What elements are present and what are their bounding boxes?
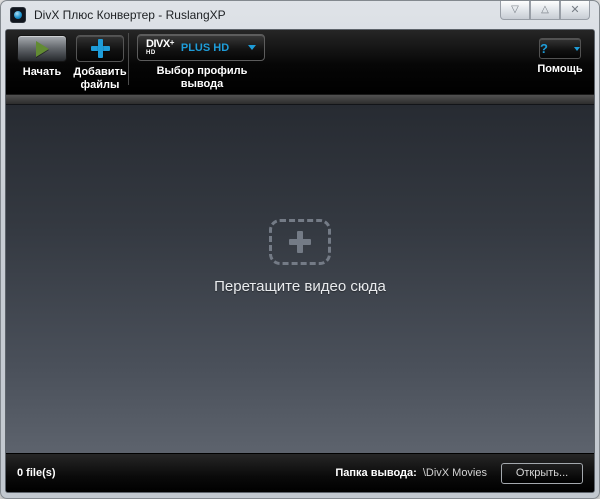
output-folder-label: Папка вывода: xyxy=(335,467,416,479)
close-icon: ✕ xyxy=(570,5,579,16)
question-mark-icon: ? xyxy=(540,42,548,55)
minimize-button[interactable]: ▽ xyxy=(500,1,530,20)
drop-hint-text: Перетащите видео сюда xyxy=(214,278,386,295)
start-button[interactable] xyxy=(17,35,67,62)
video-drop-area[interactable]: Перетащите видео сюда xyxy=(6,105,594,453)
files-count: 0 file(s) xyxy=(17,467,56,479)
output-folder-group: Папка вывода: \DivX Movies Открыть... xyxy=(335,463,583,484)
profile-tool: DIVX+ HD PLUS HD Выбор профиль вывода xyxy=(137,34,267,90)
plus-icon xyxy=(91,39,110,58)
divx-app-icon xyxy=(10,7,26,23)
toolbar-bottom-strip xyxy=(6,94,594,105)
open-folder-button[interactable]: Открыть... xyxy=(501,463,583,484)
content-frame: Начать Добавить файлы DIVX+ HD PLUS HD xyxy=(5,29,595,493)
titlebar: DivX Плюс Конвертер - RuslangXP ▽ △ ✕ xyxy=(1,1,599,29)
start-tool: Начать xyxy=(16,35,68,79)
help-tool: ? Помощь xyxy=(534,38,586,76)
divx-orb-icon xyxy=(14,11,22,19)
add-files-button[interactable] xyxy=(76,35,124,62)
drop-hint: Перетащите видео сюда xyxy=(214,219,386,295)
window-title: DivX Плюс Конвертер - RuslangXP xyxy=(34,8,226,22)
maximize-icon: △ xyxy=(541,5,549,15)
minimize-icon: ▽ xyxy=(511,5,519,15)
divx-hd-logo: DIVX+ HD xyxy=(146,39,174,56)
drop-target-icon xyxy=(269,219,331,265)
chevron-down-icon xyxy=(574,47,580,51)
start-button-label: Начать xyxy=(16,66,68,79)
maximize-button[interactable]: △ xyxy=(530,1,560,20)
toolbar-separator xyxy=(128,33,129,85)
close-button[interactable]: ✕ xyxy=(560,1,590,20)
profile-selected-value: PLUS HD xyxy=(181,42,229,54)
chevron-down-icon xyxy=(248,45,256,50)
statusbar: 0 file(s) Папка вывода: \DivX Movies Отк… xyxy=(6,453,594,492)
output-profile-dropdown[interactable]: DIVX+ HD PLUS HD xyxy=(137,34,265,61)
help-button[interactable]: ? xyxy=(539,38,581,59)
add-files-button-label: Добавить файлы xyxy=(72,66,128,91)
app-window: DivX Плюс Конвертер - RuslangXP ▽ △ ✕ На… xyxy=(0,0,600,499)
plus-icon xyxy=(289,231,311,253)
window-controls: ▽ △ ✕ xyxy=(500,1,590,20)
add-files-tool: Добавить файлы xyxy=(72,35,128,91)
output-folder-path: \DivX Movies xyxy=(423,467,487,479)
play-icon xyxy=(36,41,49,57)
profile-dropdown-label: Выбор профиль вывода xyxy=(137,65,267,90)
help-button-label: Помощь xyxy=(534,63,586,76)
toolbar: Начать Добавить файлы DIVX+ HD PLUS HD xyxy=(6,30,594,94)
